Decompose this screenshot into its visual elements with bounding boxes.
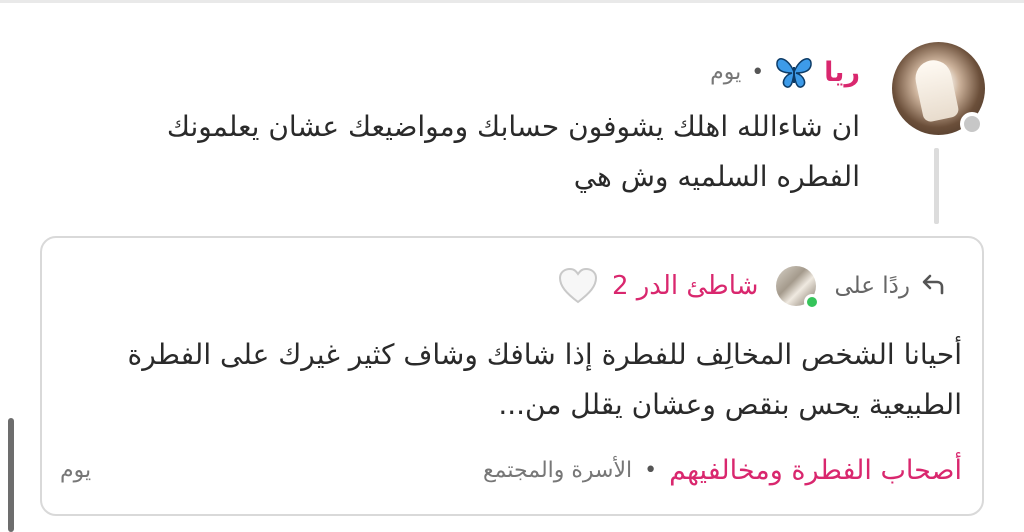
- post-time: يوم: [710, 59, 742, 85]
- post-header: ريا • يوم: [710, 52, 860, 92]
- reply-text-line: الطبيعية يحس بنقص وعشان يقلل من...: [498, 388, 962, 421]
- reply-text[interactable]: أحيانا الشخص المخالِف للفطرة إذا شافك وش…: [62, 330, 962, 430]
- top-divider: [0, 0, 1024, 3]
- reply-label: ردًا على: [834, 273, 910, 299]
- scrollbar[interactable]: [8, 418, 14, 532]
- post-text: ان شاءالله اهلك يشوفون حسابك ومواضيعك عش…: [100, 102, 860, 202]
- reply-user-avatar[interactable]: [776, 266, 821, 310]
- category-label[interactable]: الأسرة والمجتمع: [483, 458, 632, 483]
- reply-time: يوم: [60, 457, 92, 483]
- post-text-line: ان شاءالله اهلك يشوفون حسابك ومواضيعك عش…: [166, 110, 860, 143]
- card-footer: يوم أصحاب الفطرة ومخالفيهم • الأسرة والم…: [60, 448, 962, 492]
- author-name[interactable]: ريا: [824, 57, 860, 88]
- post-text-line: الفطره السلميه وش هي: [573, 160, 860, 193]
- community-info: أصحاب الفطرة ومخالفيهم • الأسرة والمجتمع: [483, 455, 962, 486]
- reply-header: ردًا على شاطئ الدر 2: [558, 264, 946, 310]
- separator-dot: •: [751, 59, 765, 85]
- reply-text-line: أحيانا الشخص المخالِف للفطرة إذا شافك وش…: [127, 338, 962, 371]
- reply-arrow-icon: [922, 274, 944, 295]
- status-indicator: [960, 112, 984, 136]
- community-link[interactable]: أصحاب الفطرة ومخالفيهم: [669, 455, 962, 486]
- reply-user-name[interactable]: شاطئ الدر 2: [612, 271, 759, 301]
- separator-dot: •: [644, 457, 658, 483]
- white-heart-icon: [558, 267, 597, 304]
- butterfly-icon: [776, 58, 812, 88]
- online-indicator: [804, 294, 821, 310]
- thread-line: [934, 148, 939, 224]
